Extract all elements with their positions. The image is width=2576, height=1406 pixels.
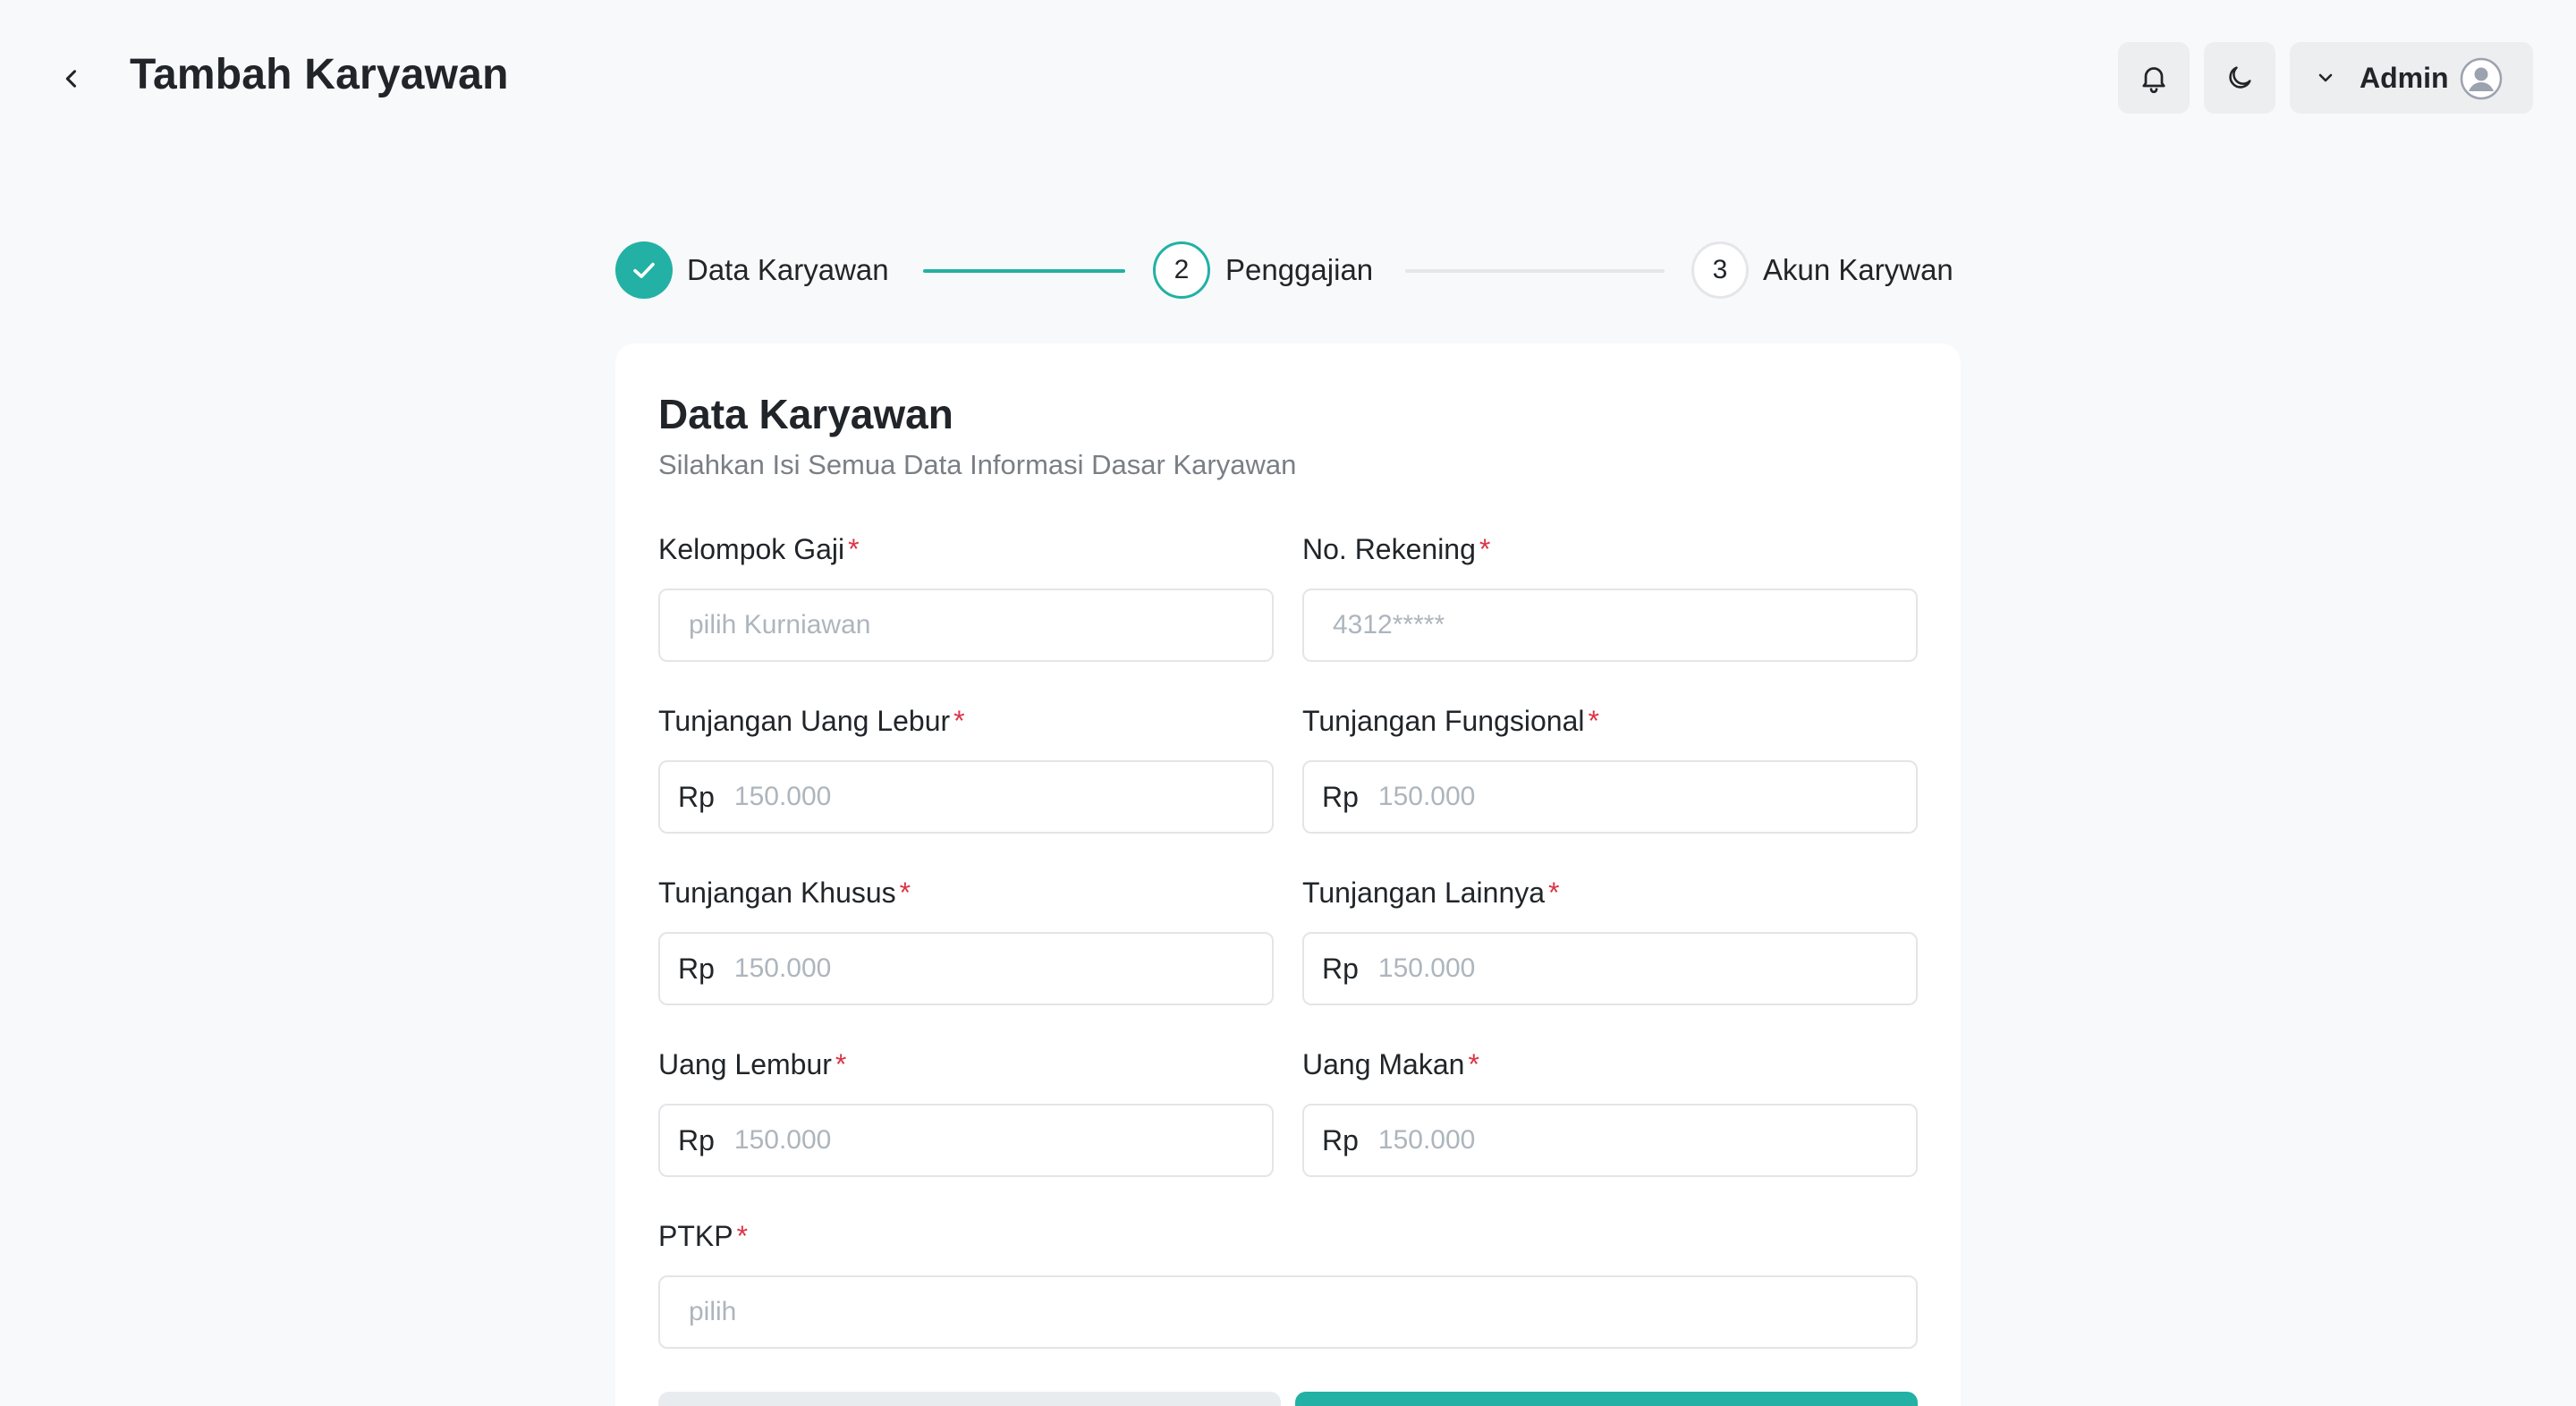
currency-prefix: Rp: [678, 780, 715, 813]
notifications-button[interactable]: [2118, 42, 2190, 114]
kelompok-gaji-select[interactable]: pilih Kurniawan: [658, 589, 1274, 662]
field-label-tunjangan-fungsional: Tunjangan Fungsional *: [1302, 705, 1599, 737]
back-step-button[interactable]: [658, 1392, 1281, 1406]
step-2-indicator: 2: [1153, 241, 1210, 299]
page-header: Tambah Karyawan Admin: [0, 0, 2576, 157]
uang-makan-input[interactable]: Rp 150.000: [1302, 1104, 1918, 1177]
tunjangan-khusus-placeholder: 150.000: [733, 953, 832, 983]
step-1-indicator: [615, 241, 673, 299]
form-card: Data Karyawan Silahkan Isi Semua Data In…: [615, 343, 1961, 1406]
tunjangan-lainnya-input[interactable]: Rp 150.000: [1302, 932, 1918, 1005]
form-title: Data Karyawan: [658, 391, 953, 437]
step-connector-1: [923, 269, 1125, 273]
no-rekening-input[interactable]: 4312*****: [1302, 589, 1918, 662]
form-subtitle: Silahkan Isi Semua Data Informasi Dasar …: [658, 449, 1297, 480]
tunjangan-fungsional-placeholder: 150.000: [1377, 782, 1476, 811]
currency-prefix: Rp: [1322, 1123, 1359, 1156]
chevron-down-icon: [2318, 73, 2333, 82]
field-label-no-rekening: No. Rekening *: [1302, 533, 1491, 565]
tunjangan-lainnya-placeholder: 150.000: [1377, 953, 1476, 983]
moon-icon: [2229, 66, 2251, 89]
ptkp-placeholder: pilih: [689, 1297, 737, 1326]
currency-prefix: Rp: [678, 952, 715, 985]
app-root: Tambah Karyawan Admin Data Karyawan 2 Pe…: [0, 0, 2576, 1406]
step-1-label: Data Karyawan: [687, 253, 889, 286]
user-menu-button[interactable]: Admin: [2290, 42, 2533, 114]
next-step-button[interactable]: [1295, 1392, 1918, 1406]
theme-toggle-button[interactable]: [2204, 42, 2275, 114]
tunjangan-uang-lebur-placeholder: 150.000: [733, 782, 832, 811]
page-title: Tambah Karyawan: [130, 51, 509, 98]
currency-prefix: Rp: [1322, 952, 1359, 985]
chevron-left-icon: [65, 70, 77, 88]
back-button[interactable]: [52, 59, 91, 98]
kelompok-gaji-placeholder: pilih Kurniawan: [689, 610, 871, 639]
field-label-uang-makan: Uang Makan *: [1302, 1048, 1479, 1080]
field-label-tunjangan-khusus: Tunjangan Khusus *: [658, 877, 911, 909]
uang-lembur-placeholder: 150.000: [733, 1125, 832, 1155]
uang-lembur-input[interactable]: Rp 150.000: [658, 1104, 1274, 1177]
field-label-tunjangan-uang-lebur: Tunjangan Uang Lebur *: [658, 705, 965, 737]
check-icon: [633, 262, 655, 278]
step-3-label: Akun Karywan: [1763, 253, 1953, 286]
step-connector-2: [1405, 269, 1665, 273]
tunjangan-khusus-input[interactable]: Rp 150.000: [658, 932, 1274, 1005]
no-rekening-placeholder: 4312*****: [1333, 610, 1445, 639]
tunjangan-fungsional-input[interactable]: Rp 150.000: [1302, 760, 1918, 834]
user-name: Admin: [2360, 62, 2449, 94]
field-label-kelompok-gaji: Kelompok Gaji *: [658, 533, 860, 565]
field-label-ptkp: PTKP *: [658, 1220, 749, 1252]
bell-icon: [2142, 67, 2165, 94]
step-3-indicator: 3: [1691, 241, 1749, 299]
currency-prefix: Rp: [678, 1123, 715, 1156]
ptkp-select[interactable]: pilih: [658, 1275, 1918, 1349]
tunjangan-uang-lebur-input[interactable]: Rp 150.000: [658, 760, 1274, 834]
user-avatar-icon: [2460, 57, 2503, 100]
step-2-label: Penggajian: [1225, 253, 1374, 286]
field-label-uang-lembur: Uang Lembur *: [658, 1048, 847, 1080]
currency-prefix: Rp: [1322, 780, 1359, 813]
progress-stepper: Data Karyawan 2 Penggajian 3 Akun Karywa…: [0, 240, 2576, 302]
uang-makan-placeholder: 150.000: [1377, 1125, 1476, 1155]
field-label-tunjangan-lainnya: Tunjangan Lainnya *: [1302, 877, 1560, 909]
